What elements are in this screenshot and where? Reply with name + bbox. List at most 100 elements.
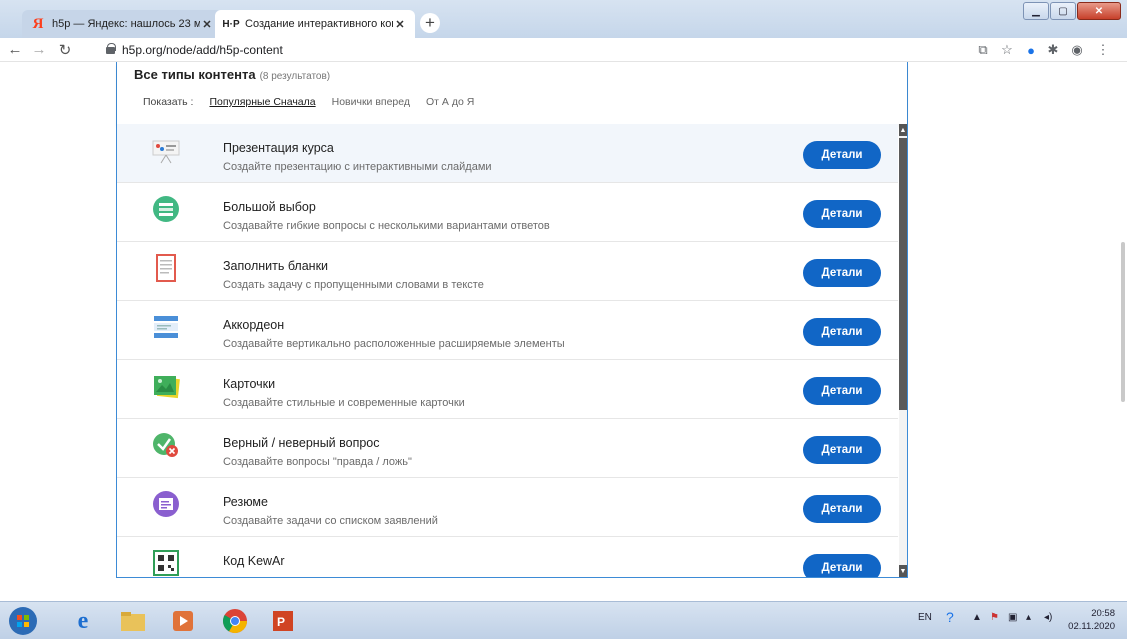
details-button[interactable]: Детали [803,436,881,464]
close-tab-icon[interactable]: ✕ [393,18,407,31]
window-controls: ▁ ▢ ✕ [1022,2,1121,20]
list-item[interactable]: Заполнить бланки Создать задачу с пропущ… [117,242,898,301]
extension-icon[interactable]: ● [1023,42,1039,58]
network-icon[interactable]: ▴ [1026,612,1031,623]
item-name: Верный / неверный вопрос [223,436,380,450]
qr-code-icon [153,550,179,576]
details-button[interactable]: Детали [803,377,881,405]
scroll-down-icon[interactable]: ▼ [899,565,907,577]
sort-alphabetical[interactable]: От А до Я [426,96,474,108]
item-name: Заполнить бланки [223,259,329,273]
item-name: Большой выбор [223,200,316,214]
list-item[interactable]: Презентация курса Создайте презентацию с… [117,124,898,183]
item-name: Презентация курса [223,141,334,155]
item-description: Создавайте вопросы "правда / ложь" [223,456,412,468]
content-types-title: Все типы контента (8 результатов) [134,67,330,82]
details-button[interactable]: Детали [803,554,881,577]
windows-taskbar: e P EN ? ▲ ⚑ ▣ ▴ ◂) 20:58 02.11.2020 [0,601,1127,639]
media-player-icon[interactable] [168,606,198,636]
item-name: Аккордеон [223,318,285,332]
page-scrollbar[interactable] [1121,242,1125,402]
maximize-button[interactable]: ▢ [1050,2,1076,20]
flashcards-icon [154,376,180,399]
list-scrollbar[interactable]: ▲ ▼ [899,124,907,577]
lock-icon[interactable] [106,43,116,54]
minimize-button[interactable]: ▁ [1023,2,1049,20]
true-false-icon [153,433,178,457]
tab-yandex[interactable]: Я h5p — Яндекс: нашлось 23 млн ✕ [22,10,222,38]
close-window-button[interactable]: ✕ [1077,2,1121,20]
sort-bar: Показать : Популярные Сначала Новички вп… [143,96,490,108]
details-button[interactable]: Детали [803,200,881,228]
hub-header: Все типы контента (8 результатов) Показат… [117,62,907,124]
chrome-icon[interactable] [220,606,250,636]
details-button[interactable]: Детали [803,259,881,287]
display-icon[interactable]: ▣ [1008,612,1017,623]
tab-h5p[interactable]: H·P Создание интерактивного конте ✕ [215,10,415,38]
results-count: (8 результатов) [259,71,331,82]
multiple-choice-icon [153,196,179,222]
profile-avatar-icon[interactable]: ◉ [1069,42,1085,58]
tab-title: Создание интерактивного конте [245,18,393,30]
accordion-icon [154,316,178,338]
tab-title: h5p — Яндекс: нашлось 23 млн [52,18,200,30]
scrollbar-thumb[interactable] [899,138,907,410]
windows-start-icon [9,607,37,635]
sort-newest[interactable]: Новички вперед [332,96,410,108]
browser-titlebar: Я h5p — Яндекс: нашлось 23 млн ✕ H·P Соз… [0,0,1127,38]
language-indicator[interactable]: EN [918,612,932,623]
scroll-up-icon[interactable]: ▲ [899,124,907,136]
bookmark-star-icon[interactable]: ☆ [999,42,1015,58]
list-item[interactable]: Резюме Создавайте задачи со списком заяв… [117,478,898,537]
list-item[interactable]: Код KewAr Детали [117,537,898,577]
item-name: Код KewAr [223,554,285,568]
item-description: Создавайте задачи со списком заявлений [223,515,438,527]
page-content: Все типы контента (8 результатов) Показат… [0,62,1127,605]
item-description: Создавайте вертикально расположенные рас… [223,338,565,350]
translate-icon[interactable]: ⧉ [975,42,991,58]
forward-icon[interactable]: → [30,41,48,58]
item-description: Создавайте гибкие вопросы с несколькими … [223,220,550,232]
close-tab-icon[interactable]: ✕ [200,18,214,31]
new-tab-button[interactable]: + [420,13,440,33]
details-button[interactable]: Детали [803,141,881,169]
powerpoint-icon[interactable]: P [268,606,298,636]
clock-time: 20:58 [1091,608,1115,619]
start-button[interactable] [8,606,38,636]
sort-label: Показать : [143,96,194,108]
list-item[interactable]: Большой выбор Создавайте гибкие вопросы … [117,183,898,242]
list-item[interactable]: Карточки Создавайте стильные и современн… [117,360,898,419]
yandex-icon: Я [32,15,44,32]
item-description: Создать задачу с пропущенными словами в … [223,279,484,291]
item-description: Создавайте стильные и современные карточ… [223,397,465,409]
file-explorer-icon[interactable] [118,606,148,636]
presentation-icon [152,140,180,164]
show-hidden-icons-icon[interactable]: ▲ [972,612,982,623]
system-clock[interactable]: 20:58 02.11.2020 [1068,607,1115,633]
h5p-hub-panel: Все типы контента (8 результатов) Показат… [116,62,908,578]
help-icon[interactable]: ? [946,609,954,625]
sort-popular[interactable]: Популярные Сначала [209,96,315,108]
details-button[interactable]: Детали [803,495,881,523]
item-description: Создайте презентацию с интерактивными сл… [223,161,492,173]
item-name: Резюме [223,495,268,509]
back-icon[interactable]: ← [6,41,24,58]
list-item[interactable]: Верный / неверный вопрос Создавайте вопр… [117,419,898,478]
address-bar[interactable]: h5p.org/node/add/h5p-content [122,43,283,57]
item-name: Карточки [223,377,276,391]
volume-icon[interactable]: ◂) [1044,612,1052,623]
details-button[interactable]: Детали [803,318,881,346]
fill-blanks-icon [156,254,176,282]
summary-icon [153,491,179,517]
internet-explorer-icon[interactable]: e [68,606,98,636]
reload-icon[interactable]: ↻ [56,41,74,59]
title-text: Все типы контента [134,67,256,82]
list-item[interactable]: Аккордеон Создавайте вертикально располо… [117,301,898,360]
menu-kebab-icon[interactable]: ⋮ [1095,42,1111,58]
action-center-icon[interactable]: ⚑ [990,612,999,623]
h5p-icon: H·P [222,18,240,30]
svg-text:P: P [277,615,285,629]
clock-date: 02.11.2020 [1068,621,1115,632]
extensions-puzzle-icon[interactable]: ✱ [1045,42,1061,58]
browser-toolbar: ← → ↻ h5p.org/node/add/h5p-content ⧉ ☆ ●… [0,38,1127,62]
